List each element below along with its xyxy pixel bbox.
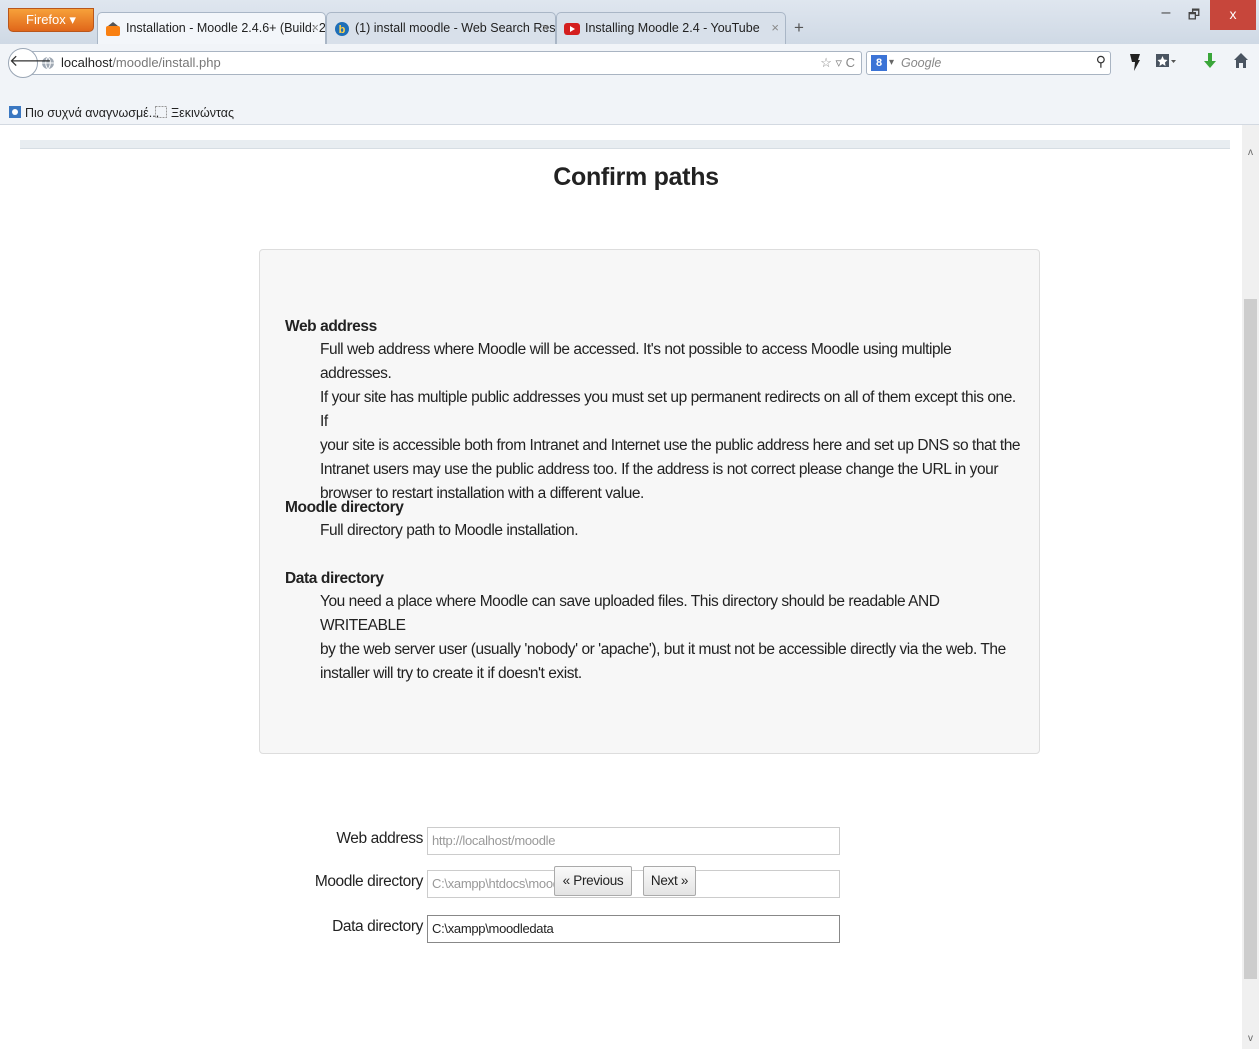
- close-tab-icon[interactable]: ×: [771, 13, 779, 43]
- help-line: installer will try to create it if doesn…: [320, 665, 582, 682]
- youtube-icon: [564, 23, 580, 35]
- chevron-down-icon: ▾: [889, 57, 895, 68]
- bookmarks-icon[interactable]: [1155, 52, 1177, 74]
- scrollbar-thumb[interactable]: [1244, 299, 1257, 979]
- page-viewport: Confirm paths Web address Full web addre…: [0, 125, 1242, 1049]
- page-title: Confirm paths: [553, 163, 719, 191]
- scroll-down-icon[interactable]: v: [1242, 1033, 1259, 1047]
- downloads-icon[interactable]: [1199, 52, 1221, 74]
- url-bar[interactable]: localhost/moodle/install.php ☆ ▿ C: [32, 51, 862, 75]
- next-button[interactable]: Next »: [643, 866, 696, 896]
- help-description: You need a place where Moodle can save u…: [320, 590, 1025, 686]
- help-term: Moodle directory: [285, 499, 404, 516]
- navigation-toolbar: localhost/moodle/install.php ☆ ▿ C 🡐 8 ▾…: [0, 44, 1259, 105]
- tab-installation-moodle[interactable]: Installation - Moodle 2.4.6+ (Build: 20.…: [97, 12, 326, 44]
- close-tab-icon[interactable]: ×: [311, 13, 319, 43]
- scroll-up-icon[interactable]: ʌ: [1242, 147, 1259, 161]
- maximize-button[interactable]: 🗗: [1181, 4, 1207, 26]
- bookmarks-bar: Πιο συχνά αναγνωσμέ... Ξεκινώντας: [0, 104, 1259, 125]
- firefox-menu-button[interactable]: Firefox ▾: [8, 8, 94, 32]
- help-line: You need a place where Moodle can save u…: [320, 593, 940, 634]
- bookmark-most-visited[interactable]: Πιο συχνά αναγνωσμέ...: [9, 104, 159, 122]
- help-description: Full directory path to Moodle installati…: [320, 519, 1025, 543]
- page-header-bar: [20, 140, 1230, 149]
- data-directory-field[interactable]: C:\xampp\moodledata: [427, 915, 840, 943]
- moodle-directory-help: Moodle directory Full directory path to …: [285, 497, 1025, 543]
- getting-started-icon: [155, 106, 167, 118]
- tab-search-results[interactable]: b (1) install moodle - Web Search Result…: [326, 12, 556, 44]
- tab-title: Installing Moodle 2.4 - YouTube: [585, 21, 760, 35]
- help-term: Web address: [285, 318, 377, 335]
- search-placeholder: Google: [901, 56, 942, 70]
- svg-text:b: b: [339, 24, 346, 36]
- search-icon[interactable]: ⚲: [1096, 53, 1106, 70]
- bookmark-getting-started[interactable]: Ξεκινώντας: [155, 104, 234, 122]
- help-line: your site is accessible both from Intran…: [320, 437, 1021, 454]
- bookmark-label: Πιο συχνά αναγνωσμέ...: [25, 106, 160, 120]
- help-line: Intranet users may use the public addres…: [320, 461, 999, 478]
- google-icon[interactable]: 8: [871, 55, 887, 71]
- tab-title: (1) install moodle - Web Search Results: [355, 21, 556, 35]
- moodle-icon: [106, 22, 120, 36]
- vertical-scrollbar[interactable]: ʌ v: [1242, 125, 1259, 1049]
- home-icon[interactable]: [1230, 52, 1252, 74]
- close-tab-icon[interactable]: ×: [541, 13, 549, 43]
- web-address-label: Web address: [336, 830, 423, 847]
- minimize-button[interactable]: –: [1153, 4, 1179, 26]
- help-line: If your site has multiple public address…: [320, 389, 1016, 430]
- back-button[interactable]: 🡐: [8, 48, 52, 78]
- new-tab-button[interactable]: +: [787, 14, 811, 44]
- tab-title: Installation - Moodle 2.4.6+ (Build: 20.…: [126, 21, 326, 35]
- url-path: /moodle/install.php: [112, 55, 221, 70]
- url-text: localhost/moodle/install.php: [61, 52, 221, 74]
- chevron-down-icon: ▾: [69, 12, 76, 27]
- close-window-button[interactable]: x: [1210, 0, 1256, 30]
- paths-help-box: Web address Full web address where Moodl…: [259, 249, 1040, 754]
- data-directory-help: Data directory You need a place where Mo…: [285, 568, 1025, 686]
- moodle-directory-label: Moodle directory: [314, 873, 424, 890]
- tab-bar: Firefox ▾ Installation - Moodle 2.4.6+ (…: [0, 0, 1259, 44]
- web-address-field[interactable]: http://localhost/moodle: [427, 827, 840, 855]
- data-directory-label: Data directory: [332, 918, 423, 935]
- previous-button[interactable]: « Previous: [554, 866, 632, 896]
- search-bar[interactable]: 8 ▾ Google ⚲: [866, 51, 1111, 75]
- help-line: by the web server user (usually 'nobody'…: [320, 641, 1006, 658]
- firefox-menu-label: Firefox: [26, 12, 66, 27]
- help-line: Full web address where Moodle will be ac…: [320, 341, 952, 382]
- addon-icon[interactable]: [1124, 52, 1146, 74]
- help-line: Full directory path to Moodle installati…: [320, 522, 579, 539]
- web-address-help: Web address Full web address where Moodl…: [285, 316, 1025, 506]
- url-host: localhost: [61, 55, 113, 70]
- help-term: Data directory: [285, 570, 384, 587]
- tab-youtube[interactable]: Installing Moodle 2.4 - YouTube ×: [556, 12, 786, 44]
- search-engine-icon: b: [335, 22, 349, 36]
- most-visited-icon: [9, 106, 21, 118]
- help-description: Full web address where Moodle will be ac…: [320, 338, 1025, 506]
- bookmark-label: Ξεκινώντας: [171, 106, 234, 120]
- arrow-left-icon: 🡐: [9, 53, 52, 70]
- moodle-directory-field[interactable]: C:\xampp\htdocs\moodle: [427, 870, 840, 898]
- url-actions[interactable]: ☆ ▿ C: [820, 52, 855, 74]
